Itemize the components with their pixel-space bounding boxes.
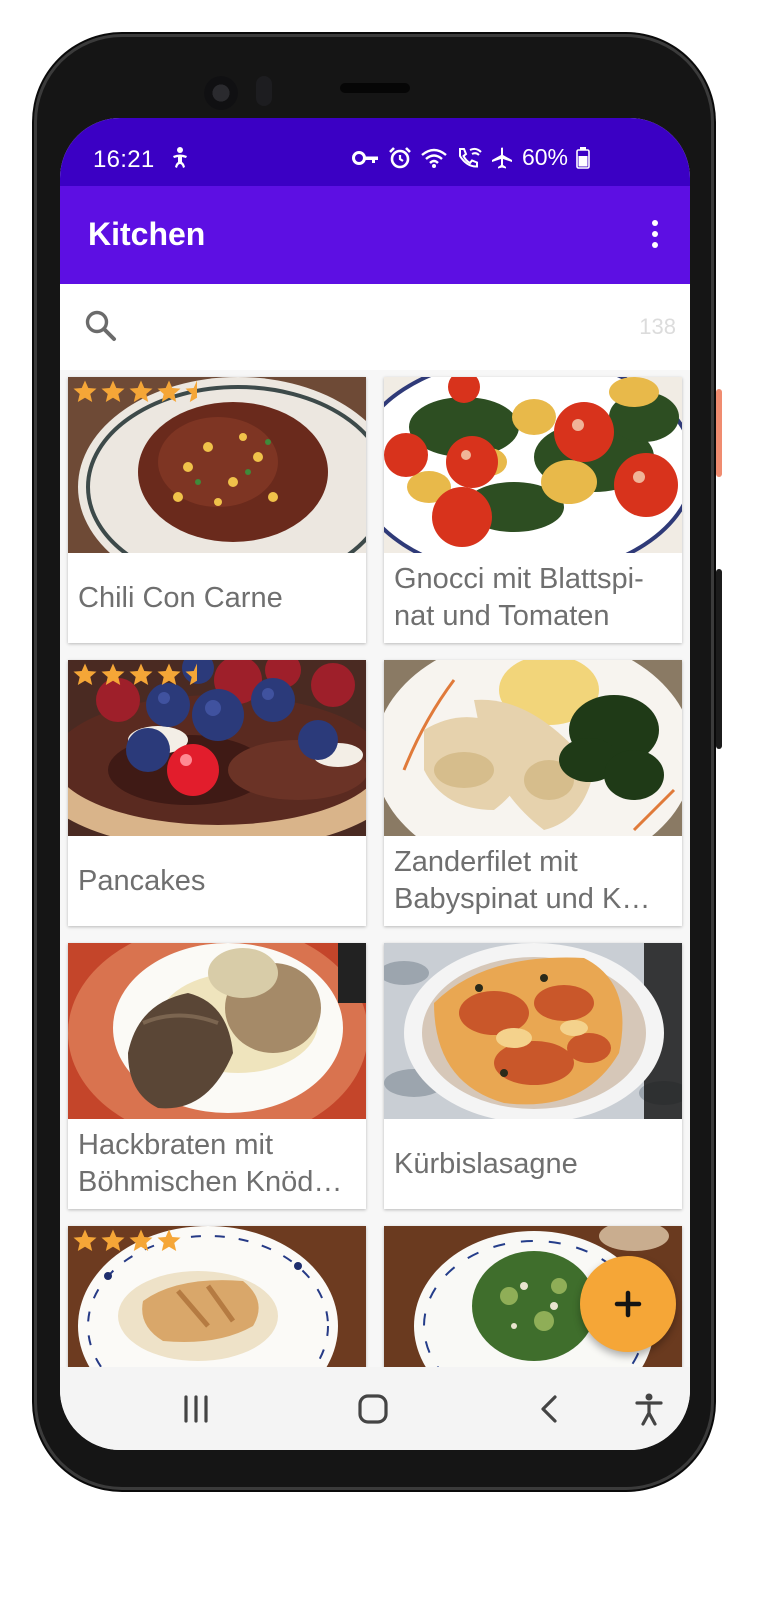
recipe-grid: Chili Con Carne Gnocci mit Blattspi-nat … [60,370,690,1367]
recipe-card[interactable]: Zanderfilet mit Babyspinat und K… [384,660,682,926]
side-button-top [716,389,722,477]
alarm-icon [389,146,411,168]
recipe-title: Kürbislasagne [394,1147,578,1180]
wifi-icon [421,148,447,168]
star-icon [73,1229,97,1251]
recipe-card[interactable] [68,1226,366,1367]
star-icon [73,663,97,685]
star-icon [101,1229,125,1251]
add-recipe-button[interactable] [580,1256,676,1352]
home-icon[interactable] [355,1391,391,1427]
recipe-photo [68,660,366,836]
recipe-photo [68,1226,366,1367]
star-icon [185,380,197,402]
rating-stars [72,379,210,405]
proximity-sensor [256,76,272,106]
recipe-title: Zanderfilet mit Babyspinat und K… [394,846,651,915]
star-icon [73,380,97,402]
app-title: Kitchen [88,216,206,252]
recent-apps-icon[interactable] [178,1391,214,1427]
star-icon [157,380,181,402]
recipe-title: Pancakes [78,864,206,897]
recipe-photo [384,660,682,836]
status-time: 16:21 [93,146,155,173]
vpn-key-icon [351,150,378,165]
accessibility-icon [173,147,187,168]
app-bar: Kitchen [60,186,690,284]
search-bar: 138 [60,284,690,370]
recipe-title: Hackbraten mit Böhmischen Knöd… [78,1129,343,1198]
recipe-card[interactable]: Kürbislasagne [384,943,682,1209]
recipe-photo [384,377,682,553]
star-icon [129,380,153,402]
recipe-card[interactable]: Chili Con Carne [68,377,366,643]
star-icon [129,663,153,685]
recipe-card[interactable]: Pancakes [68,660,366,926]
airplane-icon [491,147,512,168]
battery-percent: 60% [521,144,568,170]
star-icon [101,380,125,402]
recipe-card[interactable]: Gnocci mit Blattspi-nat und Tomaten [384,377,682,643]
star-icon [157,1229,181,1251]
rating-stars [72,1228,182,1254]
back-icon[interactable] [532,1391,568,1427]
search-input[interactable] [140,306,584,348]
screen: 16:21 60% Kitchen 138 Chili Con Carne Gn… [60,118,690,1450]
plus-icon [614,1290,642,1318]
status-bar: 16:21 60% [60,118,690,186]
system-nav-bar [60,1367,690,1450]
more-vertical-icon[interactable] [648,220,662,254]
recipe-card[interactable]: Hackbraten mit Böhmischen Knöd… [68,943,366,1209]
recipe-title: Gnocci mit Blattspi-nat und Tomaten [394,563,644,632]
earpiece-speaker [340,83,410,93]
recipe-title: Chili Con Carne [78,581,283,614]
recipe-photo [68,377,366,553]
recipe-photo [384,943,682,1119]
star-icon [157,663,181,685]
side-button-power [716,569,722,749]
star-icon [101,663,125,685]
recipe-photo [68,943,366,1119]
front-camera [204,76,238,110]
rating-stars [72,662,210,688]
star-icon [185,663,197,685]
recipe-count: 138 [639,314,676,339]
star-icon [129,1229,153,1251]
wifi-calling-icon [458,147,482,168]
search-icon[interactable] [84,309,118,343]
accessibility-icon[interactable] [631,1391,667,1427]
status-icons: 60% [351,144,590,171]
battery-icon [576,146,590,169]
